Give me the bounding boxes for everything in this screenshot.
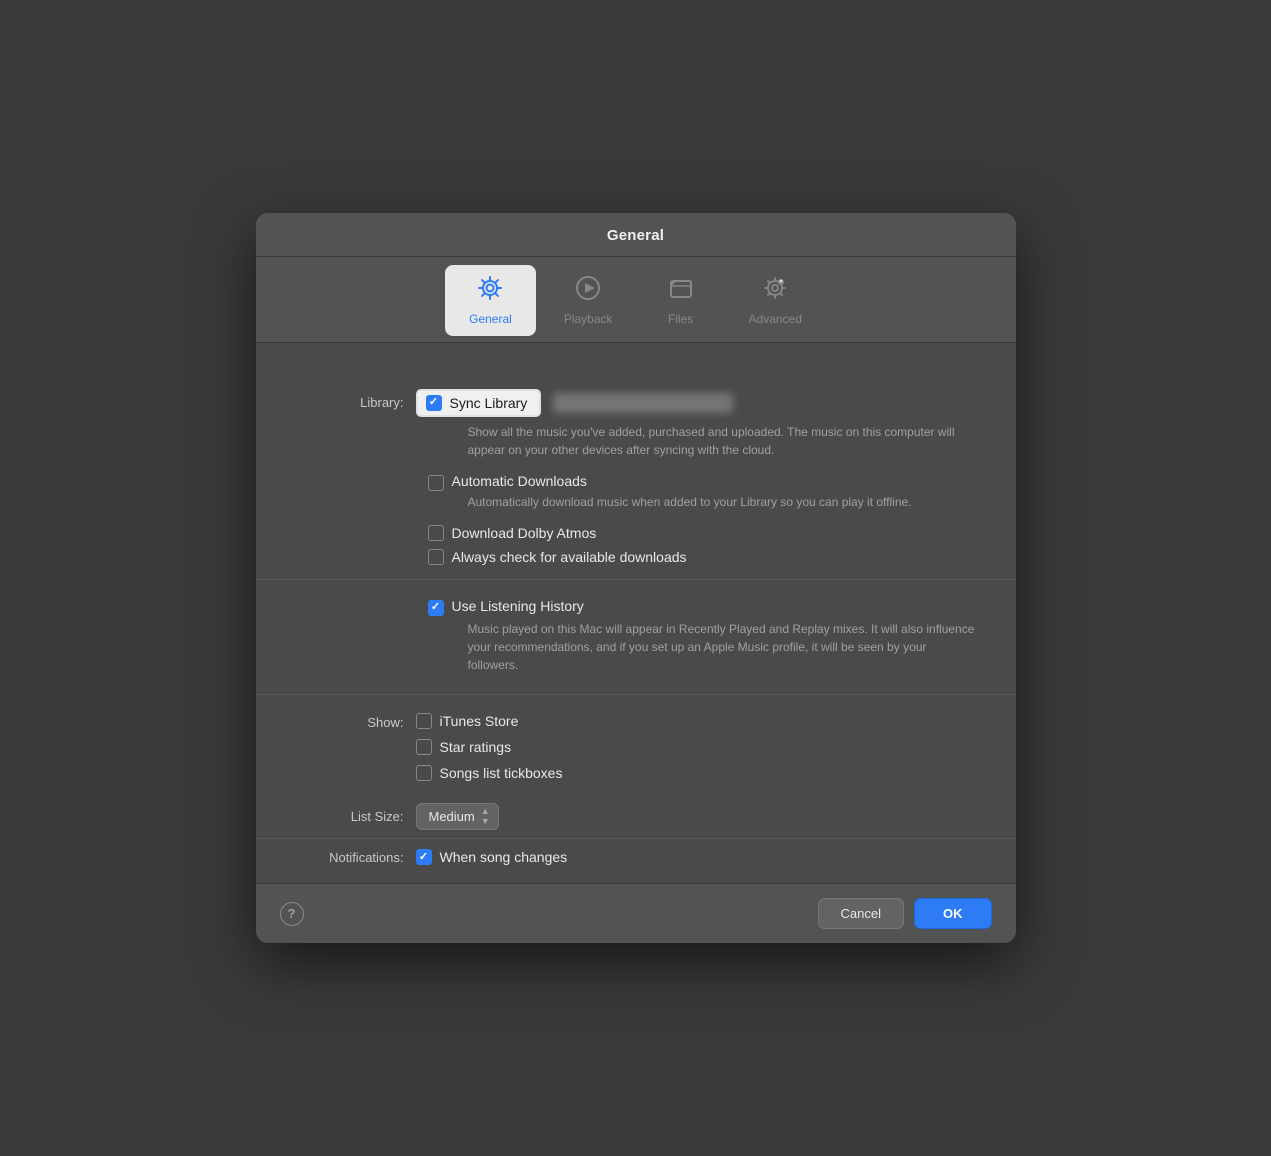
sync-library-box[interactable]: Sync Library (416, 389, 542, 417)
files-icon (666, 273, 696, 308)
itunes-store-checkbox[interactable] (416, 713, 432, 729)
automatic-downloads-checkbox[interactable] (428, 475, 444, 491)
sync-library-row: Library: Sync Library (256, 383, 1016, 421)
dolby-atmos-checkbox[interactable] (428, 525, 444, 541)
star-ratings-row: Star ratings (416, 739, 563, 755)
general-icon (475, 273, 505, 308)
automatic-downloads-desc: Automatically download music when added … (428, 491, 1016, 519)
library-section: Library: Sync Library Show all the music… (256, 367, 1016, 579)
show-label: Show: (296, 713, 416, 730)
listening-history-section: Use Listening History Music played on th… (256, 580, 1016, 694)
songs-tickboxes-row: Songs list tickboxes (416, 765, 563, 781)
stepper-down[interactable]: ▼ (481, 817, 490, 827)
content-area: Library: Sync Library Show all the music… (256, 343, 1016, 884)
window-title: General (256, 227, 1016, 244)
sync-library-checkbox[interactable] (426, 395, 442, 411)
cancel-button[interactable]: Cancel (818, 898, 904, 929)
tab-files-label: Files (668, 312, 693, 326)
always-check-label: Always check for available downloads (452, 549, 687, 565)
tab-general[interactable]: General (445, 265, 536, 336)
always-check-row: Always check for available downloads (388, 547, 1016, 579)
list-size-label: List Size: (296, 809, 416, 824)
automatic-downloads-row: Automatic Downloads (388, 467, 1016, 491)
star-ratings-checkbox[interactable] (416, 739, 432, 755)
notifications-row: Notifications: When song changes (256, 839, 1016, 883)
notifications-label: Notifications: (296, 850, 416, 865)
itunes-store-label: iTunes Store (440, 713, 519, 729)
show-section: Show: iTunes Store Star ratings (256, 695, 1016, 795)
songs-tickboxes-label: Songs list tickboxes (440, 765, 563, 781)
tab-advanced[interactable]: Advanced (725, 265, 826, 336)
tab-playback-label: Playback (564, 312, 613, 326)
songs-tickboxes-checkbox[interactable] (416, 765, 432, 781)
advanced-icon (760, 273, 790, 308)
stepper-arrows[interactable]: ▲ ▼ (481, 807, 490, 827)
dolby-atmos-row: Download Dolby Atmos (388, 519, 1016, 547)
show-row: Show: iTunes Store Star ratings (256, 707, 1016, 787)
footer: ? Cancel OK (256, 883, 1016, 943)
notifications-checkbox-row: When song changes (416, 849, 568, 865)
playback-icon (573, 273, 603, 308)
sync-library-description: Show all the music you've added, purchas… (428, 421, 1016, 467)
listening-history-checkbox[interactable] (428, 600, 444, 616)
library-label: Library: (296, 395, 416, 410)
tab-playback[interactable]: Playback (540, 265, 637, 336)
tab-advanced-label: Advanced (749, 312, 802, 326)
list-size-row: List Size: Medium ▲ ▼ (256, 795, 1016, 839)
listening-history-desc: Music played on this Mac will appear in … (428, 616, 1016, 682)
star-ratings-label: Star ratings (440, 739, 512, 755)
tab-general-label: General (469, 312, 512, 326)
show-options: iTunes Store Star ratings Songs list tic… (416, 713, 563, 781)
toolbar: General Playback Files (256, 257, 1016, 343)
itunes-store-row: iTunes Store (416, 713, 563, 729)
preferences-window: General General Playback (256, 213, 1016, 944)
list-size-stepper[interactable]: Medium ▲ ▼ (416, 803, 499, 831)
title-bar: General (256, 213, 1016, 257)
listening-history-label: Use Listening History (452, 598, 584, 614)
always-check-checkbox[interactable] (428, 549, 444, 565)
notifications-checkbox[interactable] (416, 849, 432, 865)
sync-library-text: Sync Library (450, 395, 528, 411)
footer-buttons: Cancel OK (818, 898, 992, 929)
tab-files[interactable]: Files (641, 265, 721, 336)
help-button[interactable]: ? (280, 902, 304, 926)
listening-history-row: Use Listening History (388, 592, 1016, 616)
notifications-when-song-label: When song changes (440, 849, 568, 865)
blurred-account-bar (553, 393, 733, 413)
automatic-downloads-label: Automatic Downloads (452, 473, 587, 489)
dolby-atmos-label: Download Dolby Atmos (452, 525, 597, 541)
list-size-value: Medium (429, 809, 475, 824)
ok-button[interactable]: OK (914, 898, 992, 929)
